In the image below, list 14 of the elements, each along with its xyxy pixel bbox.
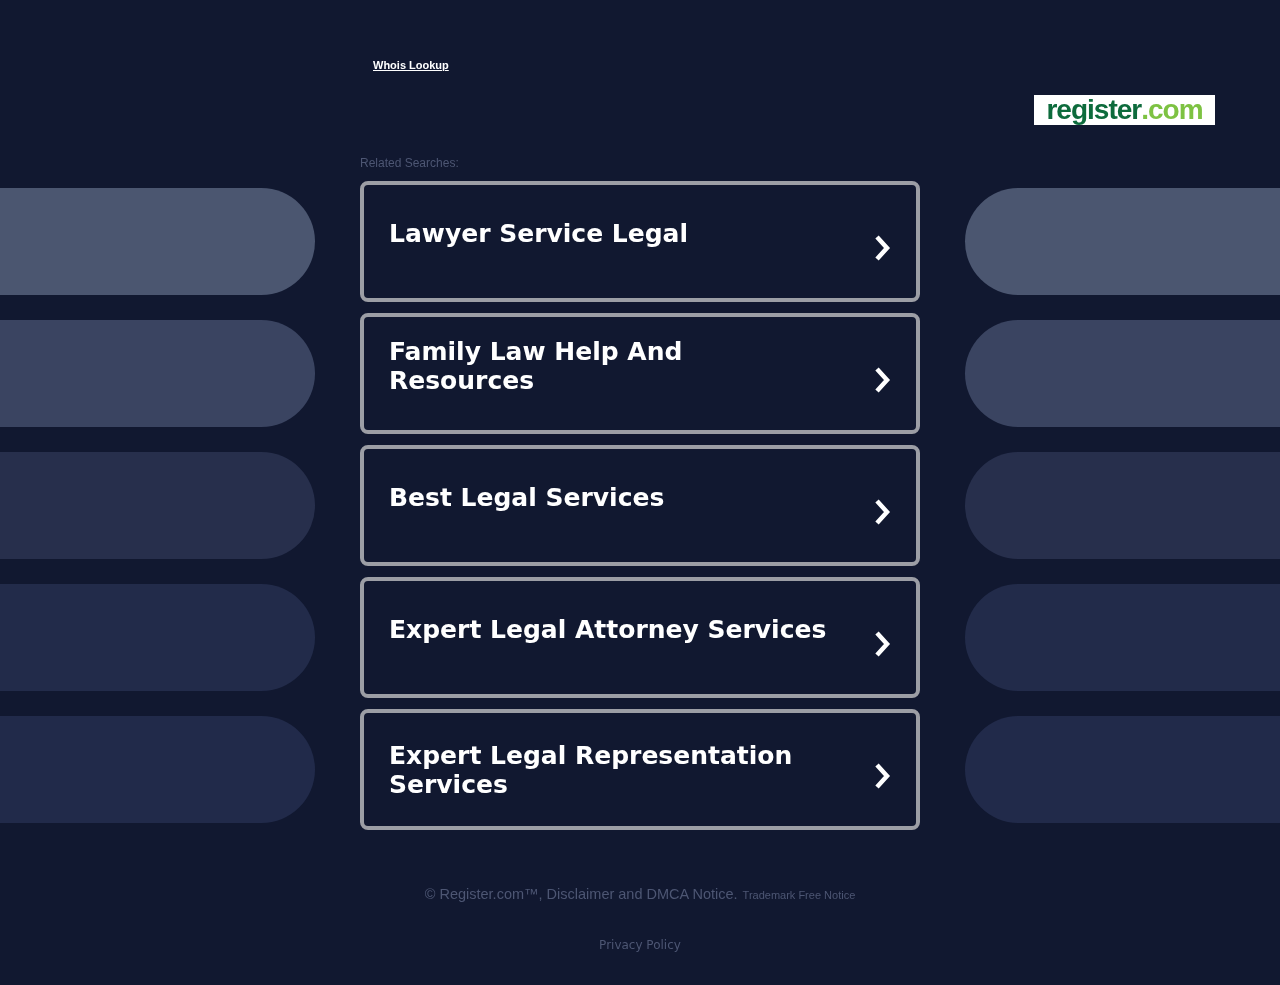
search-link-card[interactable]: Expert Legal Representation Services (360, 709, 920, 830)
chevron-right-icon (873, 629, 891, 658)
logo: register.com (1034, 95, 1215, 125)
search-link-card[interactable]: Best Legal Services (360, 445, 920, 566)
related-searches-label: Related Searches: (360, 156, 460, 172)
whois-link[interactable]: Whois Lookup (373, 59, 449, 71)
search-link-card[interactable]: Expert Legal Attorney Services (360, 577, 920, 698)
chevron-right-icon (873, 761, 891, 790)
copyright-text: © Register.com™, Disclaimer and DMCA Notice. (424, 886, 738, 902)
chevron-right-icon (873, 365, 891, 394)
search-link-card[interactable]: Lawyer Service Legal (360, 181, 920, 302)
chevron-right-icon (873, 497, 891, 526)
search-link-card[interactable]: Family Law Help And Resources (360, 313, 920, 434)
chevron-right-icon (873, 233, 891, 262)
